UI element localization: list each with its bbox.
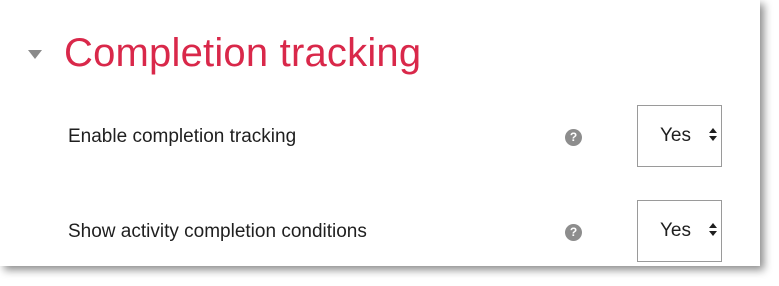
- select-arrows-icon: [709, 128, 717, 144]
- settings-panel: Completion tracking Enable completion tr…: [0, 0, 760, 266]
- caret-down-icon[interactable]: [28, 49, 42, 59]
- section-toggle-completion-tracking[interactable]: Completion tracking: [28, 18, 421, 88]
- question-circle-icon[interactable]: ?: [565, 224, 582, 241]
- setting-row-enable-completion: Enable completion tracking ? Yes: [68, 105, 738, 169]
- question-circle-icon[interactable]: ?: [565, 129, 582, 146]
- setting-row-show-conditions: Show activity completion conditions ? Ye…: [68, 200, 738, 264]
- enable-completion-select[interactable]: Yes: [637, 105, 722, 167]
- select-value: Yes: [660, 125, 691, 146]
- section-title: Completion tracking: [64, 31, 422, 75]
- setting-label: Show activity completion conditions: [68, 221, 367, 242]
- show-conditions-select[interactable]: Yes: [637, 200, 722, 262]
- select-value: Yes: [660, 220, 691, 241]
- select-arrows-icon: [709, 223, 717, 239]
- setting-label: Enable completion tracking: [68, 126, 297, 147]
